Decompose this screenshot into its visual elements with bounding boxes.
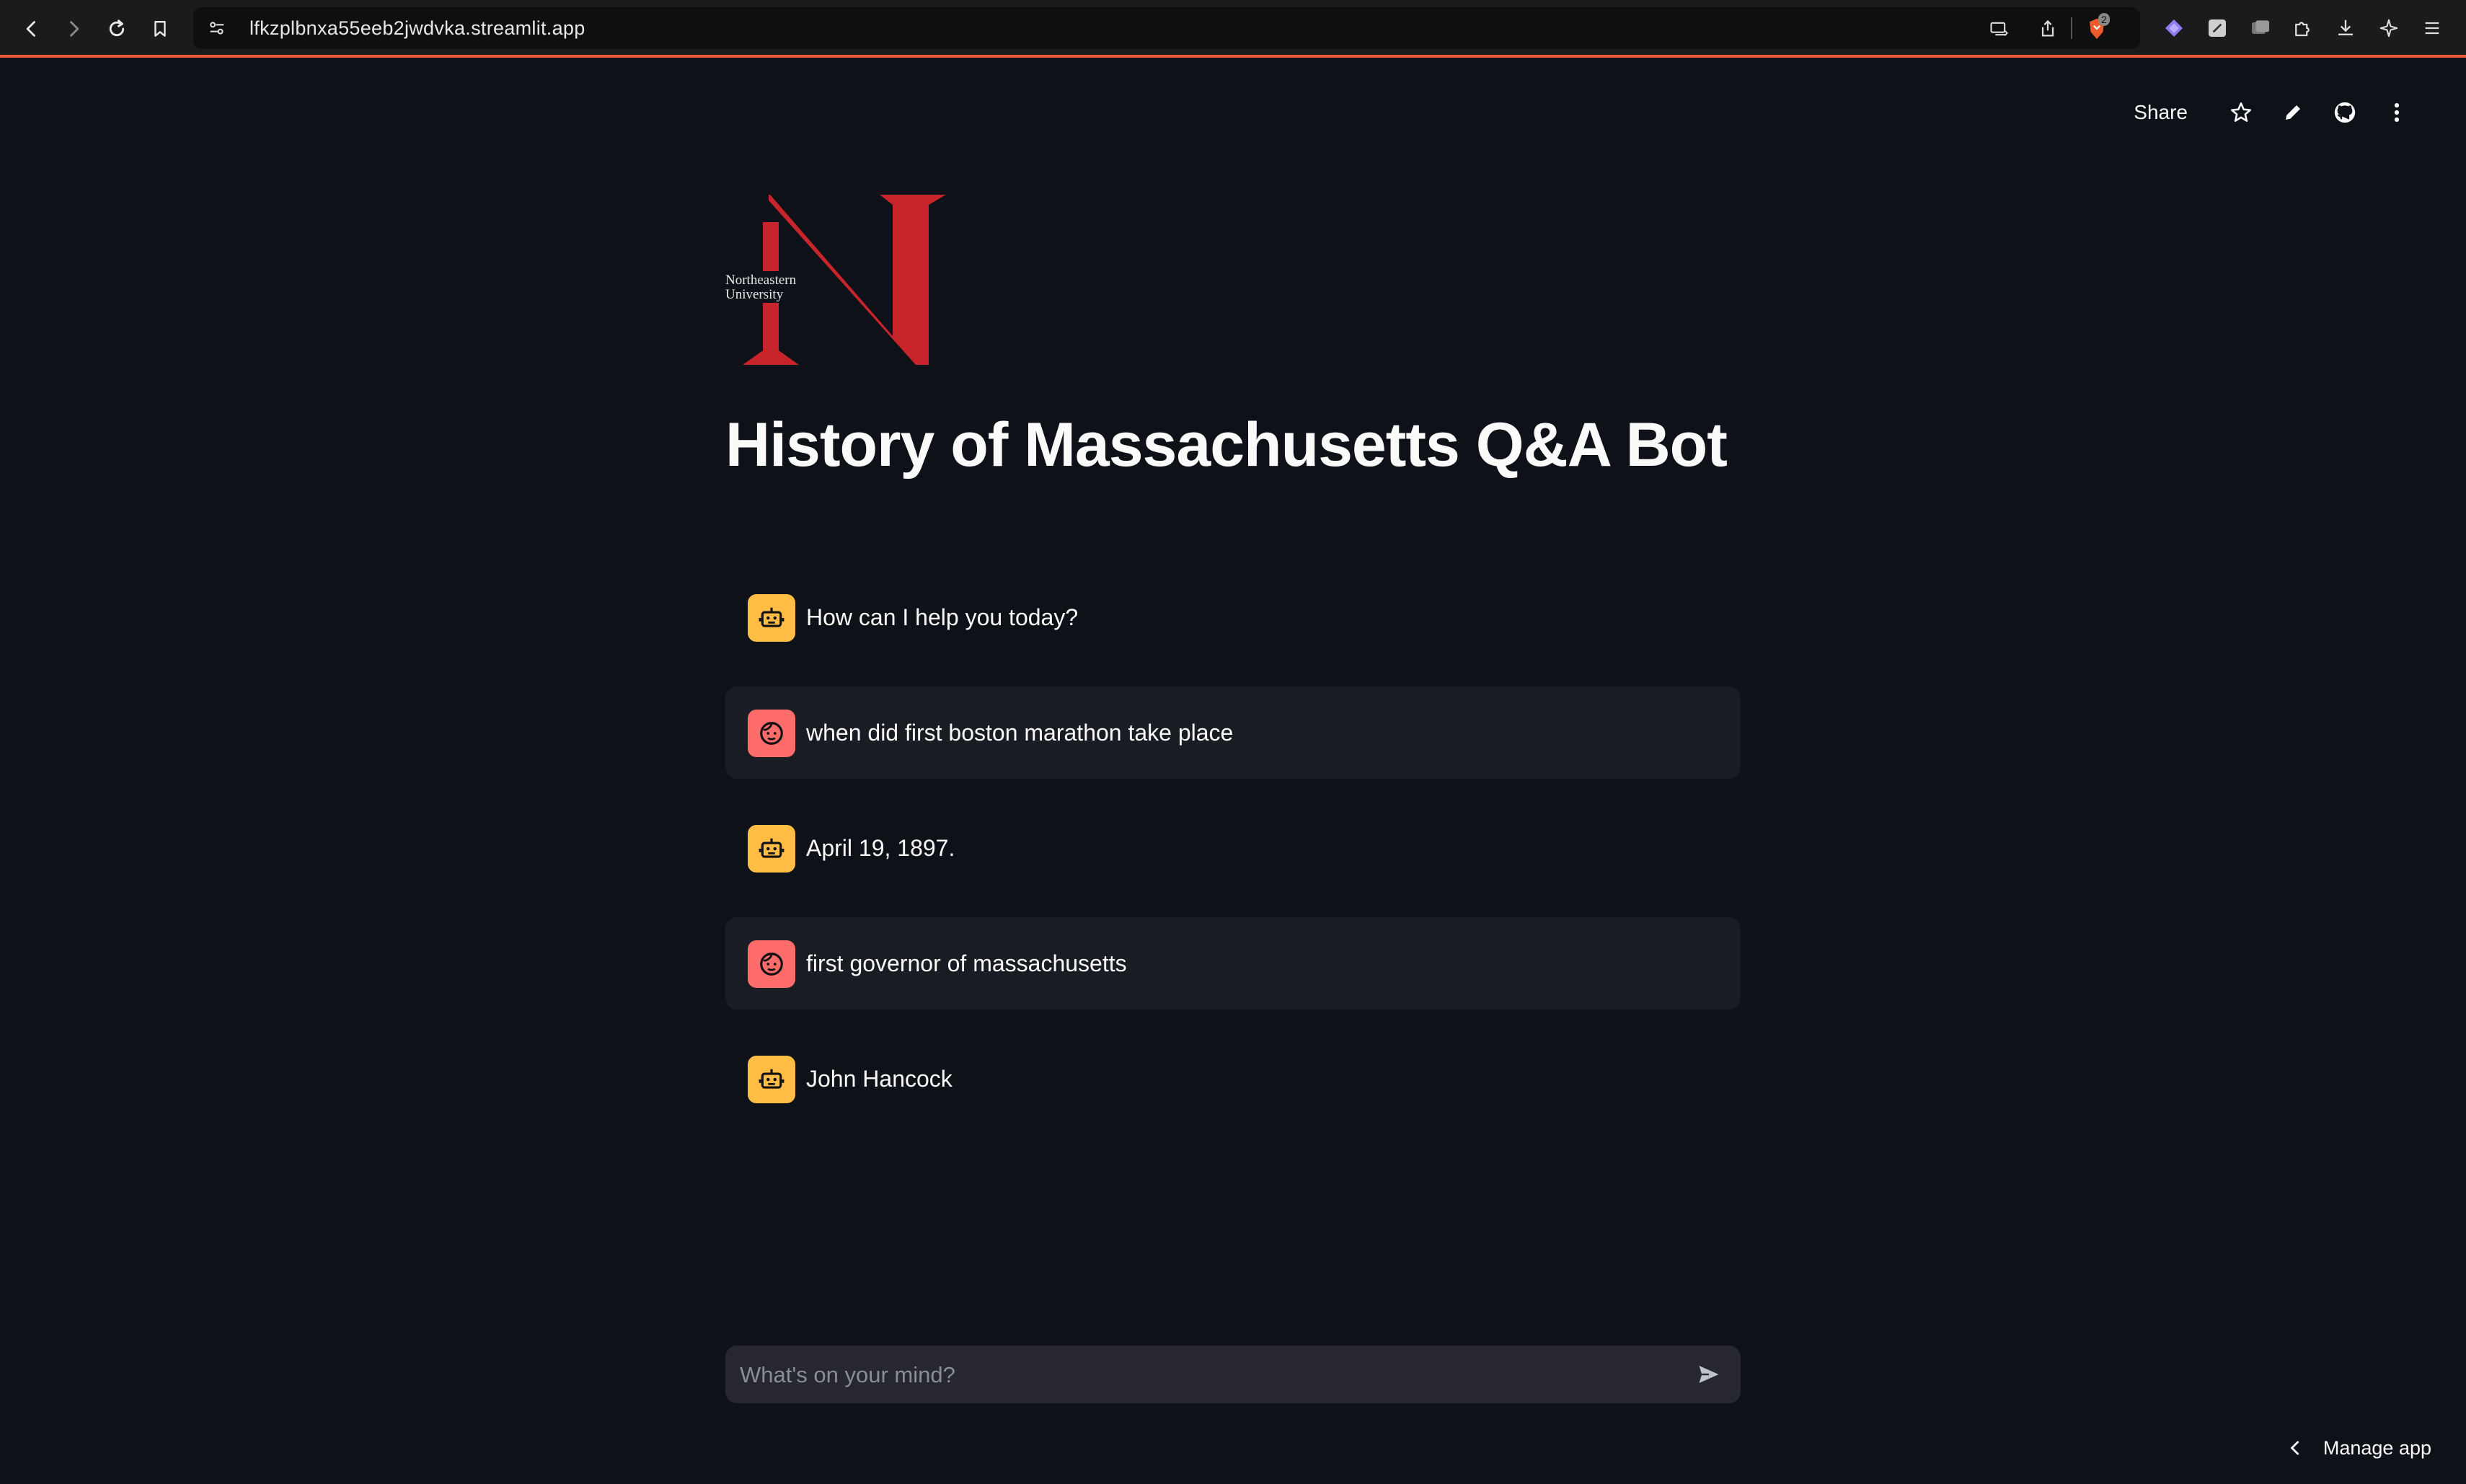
url-divider bbox=[2071, 17, 2072, 39]
cast-icon[interactable] bbox=[1986, 16, 2012, 42]
manage-app-button[interactable]: Manage app bbox=[2287, 1428, 2431, 1468]
chat-message-user: first governor of massachusetts bbox=[725, 917, 1741, 1010]
extensions-puzzle-icon[interactable] bbox=[2289, 14, 2316, 42]
app-toolbar: Share bbox=[2134, 91, 2423, 134]
streamlit-app: Share Northeastern University History of… bbox=[0, 58, 2466, 1484]
more-options-icon[interactable] bbox=[2371, 91, 2423, 134]
reload-icon[interactable] bbox=[100, 12, 134, 46]
browser-toolbar: lfkzplbnxa55eeb2jwdvka.streamlit.app 2 bbox=[0, 0, 2466, 58]
chat-message-user: when did first boston marathon take plac… bbox=[725, 686, 1741, 779]
message-text: April 19, 1897. bbox=[806, 835, 955, 861]
chevron-left-icon bbox=[2290, 1441, 2299, 1455]
star-icon[interactable] bbox=[2215, 91, 2267, 134]
send-icon[interactable] bbox=[1690, 1356, 1728, 1393]
chat-message-assistant: How can I help you today? bbox=[725, 571, 1741, 663]
extension-purple-icon[interactable] bbox=[2160, 14, 2188, 42]
edit-pencil-icon[interactable] bbox=[2267, 91, 2319, 134]
message-text: John Hancock bbox=[806, 1066, 953, 1092]
page-title: History of Massachusetts Q&A Bot bbox=[725, 410, 1728, 480]
chat-input[interactable] bbox=[738, 1346, 1679, 1405]
chat-message-assistant: April 19, 1897. bbox=[725, 802, 1741, 894]
northeastern-logo: Northeastern University bbox=[725, 195, 946, 365]
brave-shields-icon[interactable]: 2 bbox=[2084, 13, 2110, 42]
github-icon[interactable] bbox=[2319, 91, 2371, 134]
bot-avatar-icon bbox=[748, 1056, 795, 1103]
url-text[interactable]: lfkzplbnxa55eeb2jwdvka.streamlit.app bbox=[249, 7, 585, 49]
message-text: How can I help you today? bbox=[806, 604, 1079, 630]
share-page-icon[interactable] bbox=[2035, 16, 2061, 42]
back-icon[interactable] bbox=[14, 12, 49, 46]
bookmark-icon[interactable] bbox=[143, 12, 177, 46]
logo-line2: University bbox=[725, 287, 784, 302]
message-text: first governor of massachusetts bbox=[806, 950, 1127, 976]
chat-input-container bbox=[725, 1346, 1741, 1405]
chat-message-assistant: John Hancock bbox=[725, 1033, 1741, 1125]
hamburger-menu-icon[interactable] bbox=[2418, 14, 2446, 42]
bot-avatar-icon bbox=[748, 825, 795, 873]
address-bar[interactable]: lfkzplbnxa55eeb2jwdvka.streamlit.app 2 bbox=[193, 7, 2140, 49]
download-icon[interactable] bbox=[2332, 14, 2359, 42]
logo-line1: Northeastern bbox=[725, 273, 797, 288]
brave-badge: 2 bbox=[2098, 13, 2110, 26]
user-avatar-icon bbox=[748, 940, 795, 988]
site-settings-icon[interactable] bbox=[205, 16, 229, 40]
share-button[interactable]: Share bbox=[2134, 101, 2188, 124]
user-avatar-icon bbox=[748, 710, 795, 757]
extension-notes-icon[interactable] bbox=[2204, 14, 2231, 42]
forward-icon[interactable] bbox=[56, 12, 91, 46]
leo-ai-icon[interactable] bbox=[2375, 14, 2403, 42]
bot-avatar-icon bbox=[748, 594, 795, 642]
message-text: when did first boston marathon take plac… bbox=[806, 720, 1234, 746]
extension-tabs-icon[interactable] bbox=[2247, 14, 2274, 42]
manage-app-label: Manage app bbox=[2323, 1436, 2431, 1459]
